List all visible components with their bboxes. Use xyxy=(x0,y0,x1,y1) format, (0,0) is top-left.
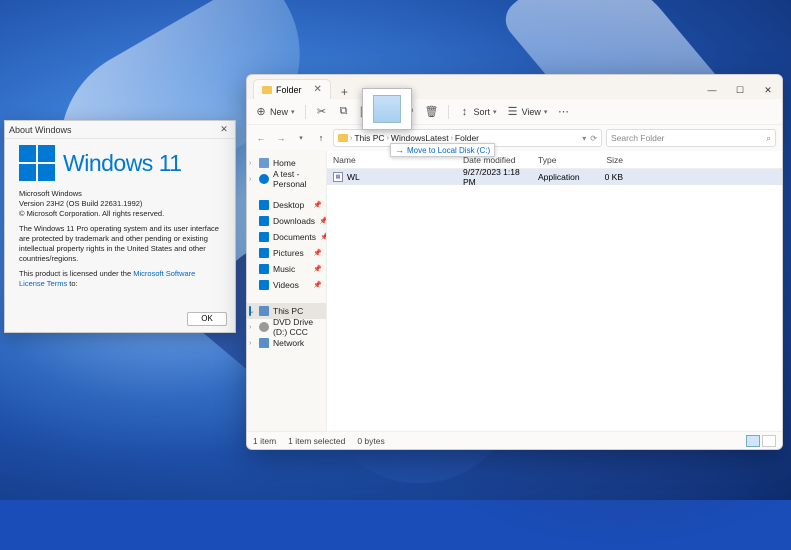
disc-icon xyxy=(259,322,269,332)
delete-icon[interactable]: 🗑 xyxy=(426,106,438,118)
close-icon[interactable]: ✕ xyxy=(217,124,231,135)
cut-icon[interactable]: ✂ xyxy=(316,106,328,118)
address-bar-row: ← → ▾ ↑ › This PC › WindowsLatest › Fold… xyxy=(247,125,782,151)
nav-downloads[interactable]: Downloads📌 xyxy=(247,213,326,229)
file-row[interactable]: ▦WL 9/27/2023 1:18 PM Application 0 KB xyxy=(327,169,782,185)
tab-close-icon[interactable]: ✕ xyxy=(314,84,322,95)
desktop-icon xyxy=(259,200,269,210)
folder-icon xyxy=(338,134,348,142)
maximize-button[interactable]: ☐ xyxy=(726,81,754,99)
about-license: This product is licensed under the Micro… xyxy=(19,269,221,289)
view-icon: ☰ xyxy=(507,106,519,118)
nav-dvd[interactable]: ›DVD Drive (D:) CCC xyxy=(247,319,326,335)
pin-icon: 📌 xyxy=(313,281,322,289)
brand-text: Windows 11 xyxy=(63,150,182,177)
pin-icon: 📌 xyxy=(313,265,322,273)
application-icon: ▦ xyxy=(333,172,343,182)
up-button[interactable]: ↑ xyxy=(313,130,329,146)
tab-label: Folder xyxy=(276,85,302,95)
refresh-icon[interactable]: ⟳ xyxy=(590,134,597,143)
folder-icon xyxy=(262,86,272,94)
plus-circle-icon: ⊕ xyxy=(255,106,267,118)
navigation-pane: ›Home ›A test - Personal Desktop📌 Downlo… xyxy=(247,151,327,431)
crumb-folder[interactable]: Folder xyxy=(455,133,479,143)
nav-desktop[interactable]: Desktop📌 xyxy=(247,197,326,213)
search-icon: ⌕ xyxy=(766,133,771,144)
recent-button[interactable]: ▾ xyxy=(293,130,309,146)
sort-icon: ↕ xyxy=(459,106,471,118)
drag-tooltip: → Move to Local Disk (C:) xyxy=(390,143,495,157)
about-titlebar[interactable]: About Windows ✕ xyxy=(5,121,235,139)
pin-icon: 📌 xyxy=(313,249,322,257)
close-button[interactable]: ✕ xyxy=(754,81,782,99)
videos-icon xyxy=(259,280,269,290)
about-windows-dialog: About Windows ✕ Windows 11 Microsoft Win… xyxy=(4,120,236,333)
about-rights: The Windows 11 Pro operating system and … xyxy=(19,224,221,263)
downloads-icon xyxy=(259,216,269,226)
pictures-icon xyxy=(259,248,269,258)
nav-videos[interactable]: Videos📌 xyxy=(247,277,326,293)
pin-icon: 📌 xyxy=(313,201,322,209)
windows-brand: Windows 11 xyxy=(19,145,221,181)
search-placeholder: Search Folder xyxy=(611,133,664,143)
move-arrow-icon: → xyxy=(395,145,404,155)
new-button[interactable]: ⊕New▾ xyxy=(255,106,295,118)
pin-icon: 📌 xyxy=(320,233,327,241)
nav-onedrive[interactable]: ›A test - Personal xyxy=(247,171,326,187)
crumb-thispc[interactable]: This PC xyxy=(354,133,384,143)
new-tab-button[interactable]: + xyxy=(337,85,352,99)
sort-button[interactable]: ↕Sort▾ xyxy=(459,106,497,118)
view-button[interactable]: ☰View▾ xyxy=(507,106,548,118)
col-size[interactable]: Size xyxy=(592,155,630,165)
details-view-button[interactable] xyxy=(746,435,760,447)
chevron-down-icon[interactable]: ▾ xyxy=(582,134,586,143)
search-input[interactable]: Search Folder ⌕ xyxy=(606,129,776,147)
crumb-windowslatest[interactable]: WindowsLatest xyxy=(391,133,449,143)
file-list: Name Date modified Type Size ▦WL 9/27/20… xyxy=(327,151,782,431)
about-version-block: Microsoft Windows Version 23H2 (OS Build… xyxy=(19,189,221,218)
selection-count: 1 item selected xyxy=(288,436,345,446)
ok-button[interactable]: OK xyxy=(187,312,227,326)
icons-view-button[interactable] xyxy=(762,435,776,447)
tab-folder[interactable]: Folder ✕ xyxy=(253,79,331,99)
forward-button[interactable]: → xyxy=(273,130,289,146)
status-bar: 1 item 1 item selected 0 bytes xyxy=(247,431,782,449)
network-icon xyxy=(259,338,269,348)
drag-preview xyxy=(362,88,412,130)
col-type[interactable]: Type xyxy=(532,155,592,165)
documents-icon xyxy=(259,232,269,242)
cloud-icon xyxy=(259,174,269,184)
nav-music[interactable]: Music📌 xyxy=(247,261,326,277)
about-title-text: About Windows xyxy=(9,125,72,135)
copy-icon[interactable]: ⧉ xyxy=(338,106,350,118)
nav-documents[interactable]: Documents📌 xyxy=(247,229,326,245)
music-icon xyxy=(259,264,269,274)
more-icon[interactable]: ⋯ xyxy=(557,106,569,118)
file-explorer-window: Folder ✕ + — ☐ ✕ ⊕New▾ ✂ ⧉ 📋 ✎ ↗ 🗑 ↕Sort… xyxy=(246,74,783,450)
back-button[interactable]: ← xyxy=(253,130,269,146)
nav-network[interactable]: ›Network xyxy=(247,335,326,351)
command-bar: ⊕New▾ ✂ ⧉ 📋 ✎ ↗ 🗑 ↕Sort▾ ☰View▾ ⋯ xyxy=(247,99,782,125)
selection-size: 0 bytes xyxy=(357,436,384,446)
nav-pictures[interactable]: Pictures📌 xyxy=(247,245,326,261)
pin-icon: 📌 xyxy=(319,217,327,225)
item-count: 1 item xyxy=(253,436,276,446)
drag-thumbnail-icon xyxy=(373,95,401,123)
windows-logo-icon xyxy=(19,145,55,181)
minimize-button[interactable]: — xyxy=(698,81,726,99)
tab-strip: Folder ✕ + — ☐ ✕ xyxy=(247,75,782,99)
pc-icon xyxy=(259,306,269,316)
home-icon xyxy=(259,158,269,168)
